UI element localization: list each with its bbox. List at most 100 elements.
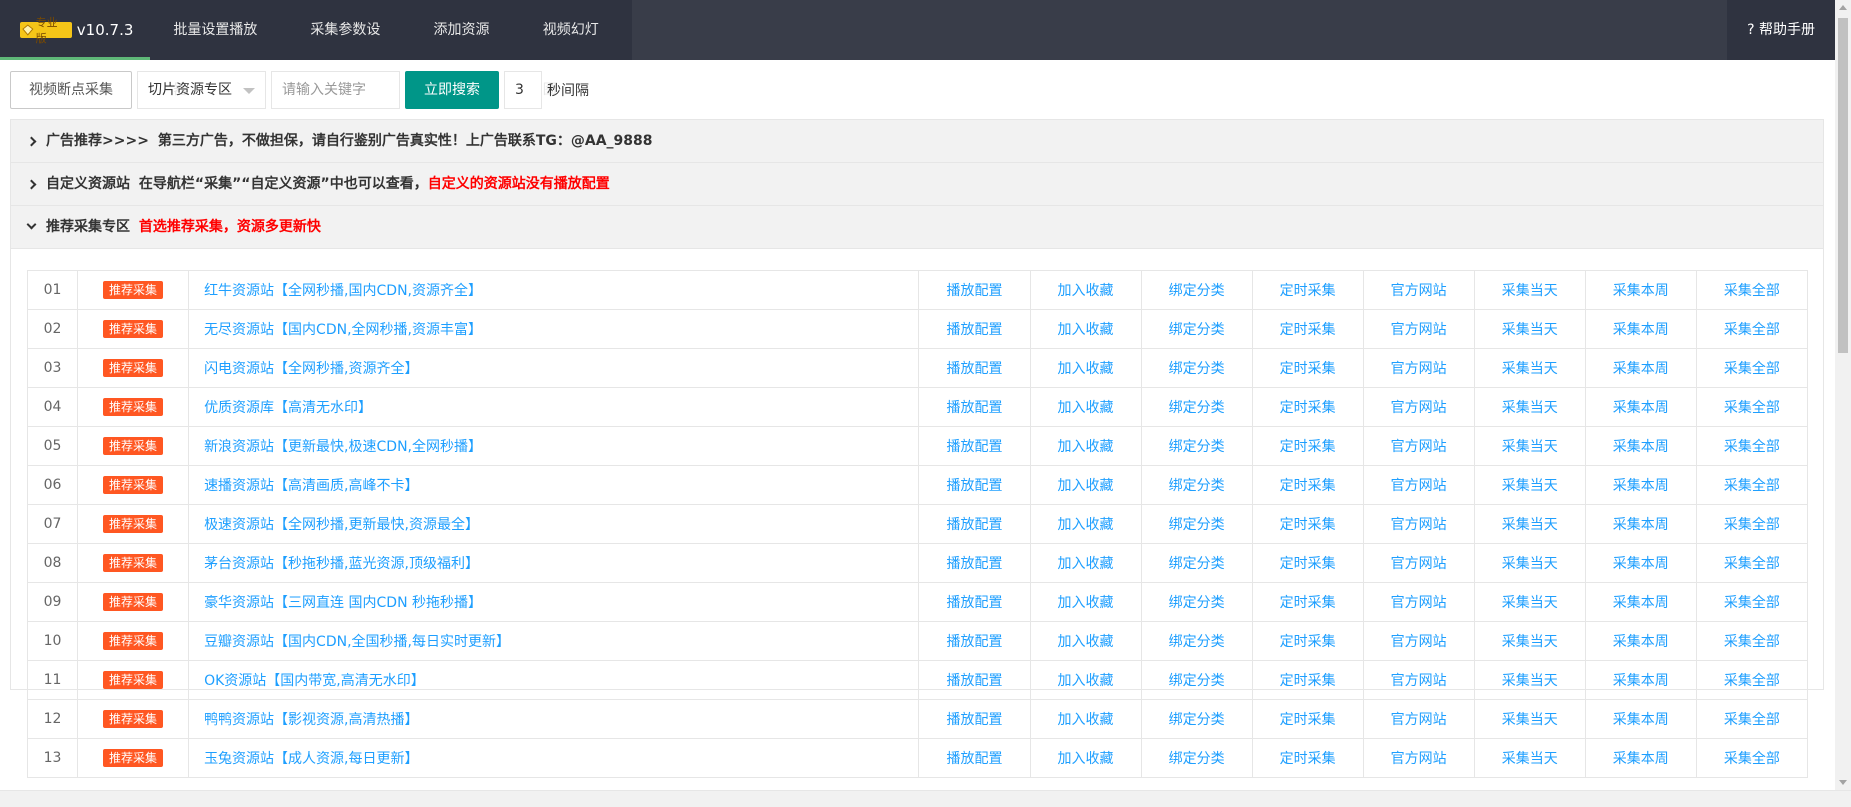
schedule-collect-link[interactable]: 定时采集 xyxy=(1251,465,1364,505)
add-favorite-link[interactable]: 加入收藏 xyxy=(1029,582,1142,622)
add-favorite-link[interactable]: 加入收藏 xyxy=(1029,348,1142,388)
horizontal-scrollbar[interactable] xyxy=(0,790,1851,807)
collect-week-link[interactable]: 采集本周 xyxy=(1584,387,1697,427)
play-config-link[interactable]: 播放配置 xyxy=(918,699,1031,739)
collect-today-link[interactable]: 采集当天 xyxy=(1473,387,1586,427)
play-config-link[interactable]: 播放配置 xyxy=(918,504,1031,544)
play-config-link[interactable]: 播放配置 xyxy=(918,543,1031,583)
add-favorite-link[interactable]: 加入收藏 xyxy=(1029,387,1142,427)
bind-category-link[interactable]: 绑定分类 xyxy=(1140,348,1253,388)
add-favorite-link[interactable]: 加入收藏 xyxy=(1029,738,1142,778)
source-name-link[interactable]: 新浪资源站【更新最快,极速CDN,全网秒播】 xyxy=(188,426,920,466)
interval-input[interactable] xyxy=(504,71,542,109)
source-name-link[interactable]: 优质资源库【高清无水印】 xyxy=(188,387,920,427)
collect-week-link[interactable]: 采集本周 xyxy=(1584,426,1697,466)
collect-all-link[interactable]: 采集全部 xyxy=(1695,543,1809,583)
schedule-collect-link[interactable]: 定时采集 xyxy=(1251,426,1364,466)
schedule-collect-link[interactable]: 定时采集 xyxy=(1251,660,1364,700)
collect-week-link[interactable]: 采集本周 xyxy=(1584,309,1697,349)
bind-category-link[interactable]: 绑定分类 xyxy=(1140,660,1253,700)
bind-category-link[interactable]: 绑定分类 xyxy=(1140,504,1253,544)
collect-week-link[interactable]: 采集本周 xyxy=(1584,582,1697,622)
collect-today-link[interactable]: 采集当天 xyxy=(1473,699,1586,739)
schedule-collect-link[interactable]: 定时采集 xyxy=(1251,387,1364,427)
source-name-link[interactable]: 红牛资源站【全网秒播,国内CDN,资源齐全】 xyxy=(188,270,920,310)
collect-all-link[interactable]: 采集全部 xyxy=(1695,465,1809,505)
collect-today-link[interactable]: 采集当天 xyxy=(1473,504,1586,544)
add-favorite-link[interactable]: 加入收藏 xyxy=(1029,426,1142,466)
schedule-collect-link[interactable]: 定时采集 xyxy=(1251,699,1364,739)
nav-item-add-source[interactable]: 添加资源站 xyxy=(413,0,522,98)
official-site-link[interactable]: 官方网站 xyxy=(1362,582,1475,622)
add-favorite-link[interactable]: 加入收藏 xyxy=(1029,309,1142,349)
add-favorite-link[interactable]: 加入收藏 xyxy=(1029,621,1142,661)
collect-week-link[interactable]: 采集本周 xyxy=(1584,348,1697,388)
official-site-link[interactable]: 官方网站 xyxy=(1362,348,1475,388)
bind-category-link[interactable]: 绑定分类 xyxy=(1140,582,1253,622)
resume-collect-button[interactable]: 视频断点采集 xyxy=(10,71,132,109)
official-site-link[interactable]: 官方网站 xyxy=(1362,660,1475,700)
source-name-link[interactable]: 无尽资源站【国内CDN,全网秒播,资源丰富】 xyxy=(188,309,920,349)
help-manual-link[interactable]: ? 帮助手册 xyxy=(1727,0,1835,60)
add-favorite-link[interactable]: 加入收藏 xyxy=(1029,504,1142,544)
collect-week-link[interactable]: 采集本周 xyxy=(1584,738,1697,778)
collect-week-link[interactable]: 采集本周 xyxy=(1584,465,1697,505)
collect-week-link[interactable]: 采集本周 xyxy=(1584,543,1697,583)
official-site-link[interactable]: 官方网站 xyxy=(1362,621,1475,661)
play-config-link[interactable]: 播放配置 xyxy=(918,465,1031,505)
bind-category-link[interactable]: 绑定分类 xyxy=(1140,309,1253,349)
collect-week-link[interactable]: 采集本周 xyxy=(1584,504,1697,544)
search-button[interactable]: 立即搜索 xyxy=(405,71,499,109)
collect-today-link[interactable]: 采集当天 xyxy=(1473,348,1586,388)
bind-category-link[interactable]: 绑定分类 xyxy=(1140,699,1253,739)
official-site-link[interactable]: 官方网站 xyxy=(1362,426,1475,466)
schedule-collect-link[interactable]: 定时采集 xyxy=(1251,543,1364,583)
bind-category-link[interactable]: 绑定分类 xyxy=(1140,543,1253,583)
collect-all-link[interactable]: 采集全部 xyxy=(1695,699,1809,739)
play-config-link[interactable]: 播放配置 xyxy=(918,621,1031,661)
collect-all-link[interactable]: 采集全部 xyxy=(1695,309,1809,349)
official-site-link[interactable]: 官方网站 xyxy=(1362,504,1475,544)
bind-category-link[interactable]: 绑定分类 xyxy=(1140,270,1253,310)
collect-all-link[interactable]: 采集全部 xyxy=(1695,387,1809,427)
source-name-link[interactable]: 玉兔资源站【成人资源,每日更新】 xyxy=(188,738,920,778)
official-site-link[interactable]: 官方网站 xyxy=(1362,738,1475,778)
bind-category-link[interactable]: 绑定分类 xyxy=(1140,426,1253,466)
collect-all-link[interactable]: 采集全部 xyxy=(1695,504,1809,544)
source-name-link[interactable]: OK资源站【国内带宽,高清无水印】 xyxy=(188,660,920,700)
official-site-link[interactable]: 官方网站 xyxy=(1362,387,1475,427)
add-favorite-link[interactable]: 加入收藏 xyxy=(1029,699,1142,739)
source-name-link[interactable]: 闪电资源站【全网秒播,资源齐全】 xyxy=(188,348,920,388)
add-favorite-link[interactable]: 加入收藏 xyxy=(1029,543,1142,583)
vertical-scrollbar[interactable] xyxy=(1835,0,1851,790)
scroll-down-icon[interactable] xyxy=(1839,780,1847,785)
add-favorite-link[interactable]: 加入收藏 xyxy=(1029,270,1142,310)
add-favorite-link[interactable]: 加入收藏 xyxy=(1029,465,1142,505)
nav-item-batch-player[interactable]: 批量设置播放器 xyxy=(153,0,290,98)
play-config-link[interactable]: 播放配置 xyxy=(918,387,1031,427)
play-config-link[interactable]: 播放配置 xyxy=(918,270,1031,310)
schedule-collect-link[interactable]: 定时采集 xyxy=(1251,504,1364,544)
collect-today-link[interactable]: 采集当天 xyxy=(1473,738,1586,778)
schedule-collect-link[interactable]: 定时采集 xyxy=(1251,738,1364,778)
collect-week-link[interactable]: 采集本周 xyxy=(1584,699,1697,739)
collect-week-link[interactable]: 采集本周 xyxy=(1584,621,1697,661)
collect-all-link[interactable]: 采集全部 xyxy=(1695,660,1809,700)
panel-ad-header[interactable]: 广告推荐>>>> 第三方广告，不做担保，请自行鉴别广告真实性！上广告联系TG：@… xyxy=(11,120,1823,163)
source-name-link[interactable]: 豆瓣资源站【国内CDN,全国秒播,每日实时更新】 xyxy=(188,621,920,661)
panel-recommend-header[interactable]: 推荐采集专区 首选推荐采集，资源多更新快 xyxy=(11,206,1823,249)
source-category-select[interactable]: 切片资源专区 xyxy=(137,71,266,109)
collect-today-link[interactable]: 采集当天 xyxy=(1473,543,1586,583)
collect-today-link[interactable]: 采集当天 xyxy=(1473,582,1586,622)
play-config-link[interactable]: 播放配置 xyxy=(918,348,1031,388)
scroll-up-icon[interactable] xyxy=(1839,5,1847,10)
schedule-collect-link[interactable]: 定时采集 xyxy=(1251,582,1364,622)
source-name-link[interactable]: 速播资源站【高清画质,高峰不卡】 xyxy=(188,465,920,505)
collect-all-link[interactable]: 采集全部 xyxy=(1695,348,1809,388)
source-name-link[interactable]: 极速资源站【全网秒播,更新最快,资源最全】 xyxy=(188,504,920,544)
collect-today-link[interactable]: 采集当天 xyxy=(1473,426,1586,466)
collect-today-link[interactable]: 采集当天 xyxy=(1473,660,1586,700)
scrollbar-thumb[interactable] xyxy=(1838,18,1848,353)
collect-all-link[interactable]: 采集全部 xyxy=(1695,738,1809,778)
source-name-link[interactable]: 豪华资源站【三网直连 国内CDN 秒拖秒播】 xyxy=(188,582,920,622)
